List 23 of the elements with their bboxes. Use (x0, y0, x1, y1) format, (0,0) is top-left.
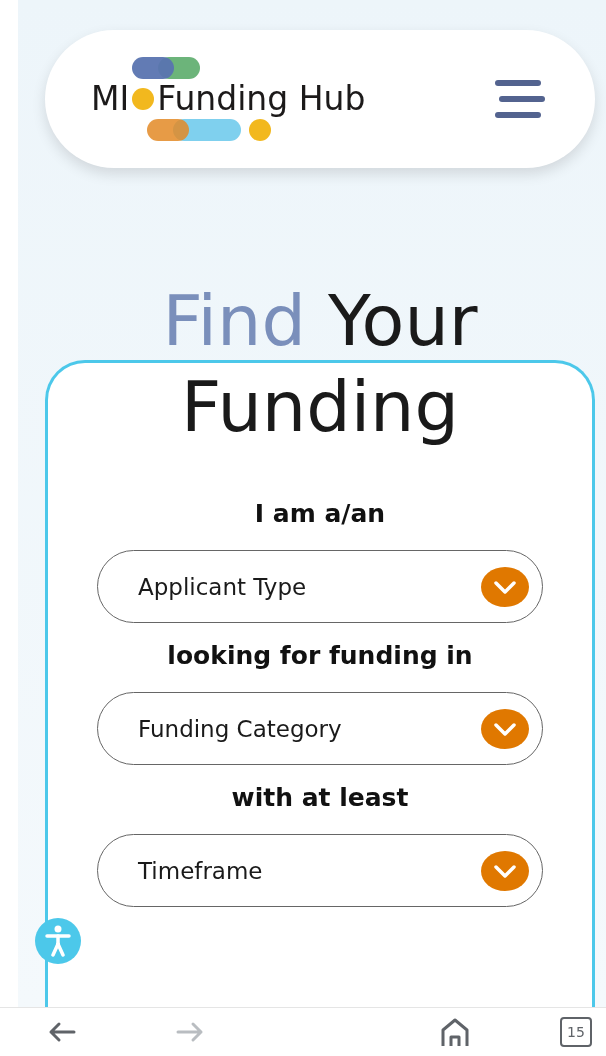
tabs-button[interactable]: 15 (560, 1017, 592, 1047)
field-label: with at least (231, 783, 409, 812)
logo-dot-icon (132, 88, 155, 110)
home-button[interactable] (440, 1018, 470, 1046)
logo-text[interactable]: Funding Hub (157, 80, 366, 118)
back-arrow-icon (48, 1021, 76, 1043)
menu-icon (495, 80, 545, 118)
accessibility-icon (45, 925, 71, 957)
field-label: looking for funding in (167, 641, 473, 670)
field-label: I am a/an (254, 499, 386, 528)
dropdown-field[interactable]: Timeframe (97, 834, 543, 907)
logo-text[interactable]: MI (91, 80, 130, 118)
menu-button[interactable] (495, 80, 545, 118)
logo-pills-drawing (132, 56, 202, 79)
dropdown-field[interactable]: Applicant Type (97, 550, 543, 623)
chevron-down-icon (481, 708, 529, 749)
page-title: Find Your Funding (161, 279, 479, 450)
back-button[interactable] (48, 1021, 76, 1043)
chevron-down-icon (481, 850, 529, 891)
dropdown-field[interactable]: Funding Category (97, 692, 543, 765)
chevron-down-icon (481, 566, 529, 607)
forward-arrow-icon (176, 1021, 204, 1043)
home-icon (440, 1018, 470, 1046)
